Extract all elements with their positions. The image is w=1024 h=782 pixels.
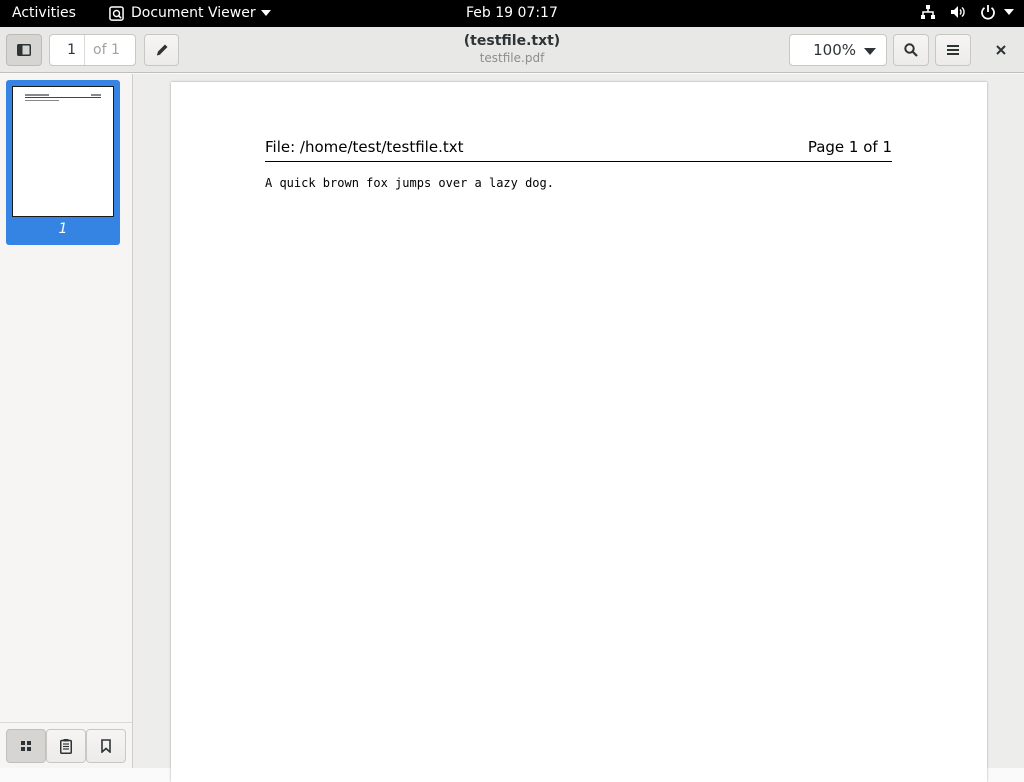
volume-icon	[951, 6, 965, 18]
sidebar-toggle-icon	[17, 44, 31, 56]
page-thumbnail-image[interactable]	[12, 86, 114, 217]
grid-icon	[21, 741, 31, 751]
search-button[interactable]	[893, 34, 929, 66]
system-menu[interactable]	[920, 4, 1014, 20]
outline-icon	[60, 738, 72, 754]
close-window-button[interactable]	[985, 34, 1017, 66]
bookmark-icon	[101, 739, 111, 753]
zoom-value[interactable]: 100%	[790, 41, 856, 59]
main-menu-button[interactable]	[935, 34, 971, 66]
page-header: File: /home/test/testfile.txt Page 1 of …	[265, 138, 892, 162]
page-header-page-number: Page 1 of 1	[807, 138, 892, 156]
annotate-button[interactable]	[144, 34, 179, 66]
sidebar-view-switcher	[0, 722, 132, 768]
sidebar-toggle-button[interactable]	[6, 34, 42, 66]
bookmarks-view-button[interactable]	[86, 729, 126, 763]
document-viewer-icon	[109, 5, 124, 21]
app-menu-label: Document Viewer	[131, 5, 256, 21]
search-icon	[904, 43, 918, 57]
network-icon	[921, 5, 935, 19]
document-view[interactable]: File: /home/test/testfile.txt Page 1 of …	[133, 74, 1024, 782]
page-number-input[interactable]: 1	[50, 35, 85, 65]
chevron-down-icon[interactable]	[864, 48, 876, 55]
power-icon	[981, 5, 995, 20]
page-selector[interactable]: 1 of 1	[49, 34, 136, 66]
header-bar: 1 of 1 (testfile.txt) testfile.pdf 100%	[0, 27, 1024, 73]
hamburger-menu-icon	[947, 45, 959, 55]
chevron-down-icon	[260, 10, 271, 16]
page-thumbnail-label: 1	[58, 221, 68, 237]
clock[interactable]: Feb 19 07:17	[466, 5, 558, 21]
page-header-file: File: /home/test/testfile.txt	[265, 138, 464, 156]
page-total-label: of 1	[93, 42, 120, 58]
page-body-text: A quick brown fox jumps over a lazy dog.	[265, 176, 554, 190]
activities-button[interactable]: Activities	[12, 5, 76, 21]
pencil-icon	[156, 44, 167, 56]
document-page[interactable]: File: /home/test/testfile.txt Page 1 of …	[171, 82, 987, 782]
page-thumbnail-selected[interactable]: 1	[6, 80, 120, 245]
chevron-down-icon	[1004, 9, 1014, 15]
thumbnails-view-button[interactable]	[6, 729, 46, 763]
top-bar: Activities Document Viewer Feb 19 07:17	[0, 0, 1024, 27]
close-icon	[996, 45, 1006, 55]
sidebar: 1	[0, 74, 133, 768]
app-menu[interactable]: Document Viewer	[109, 5, 271, 21]
outline-view-button[interactable]	[46, 729, 86, 763]
zoom-selector[interactable]: 100%	[789, 34, 887, 66]
